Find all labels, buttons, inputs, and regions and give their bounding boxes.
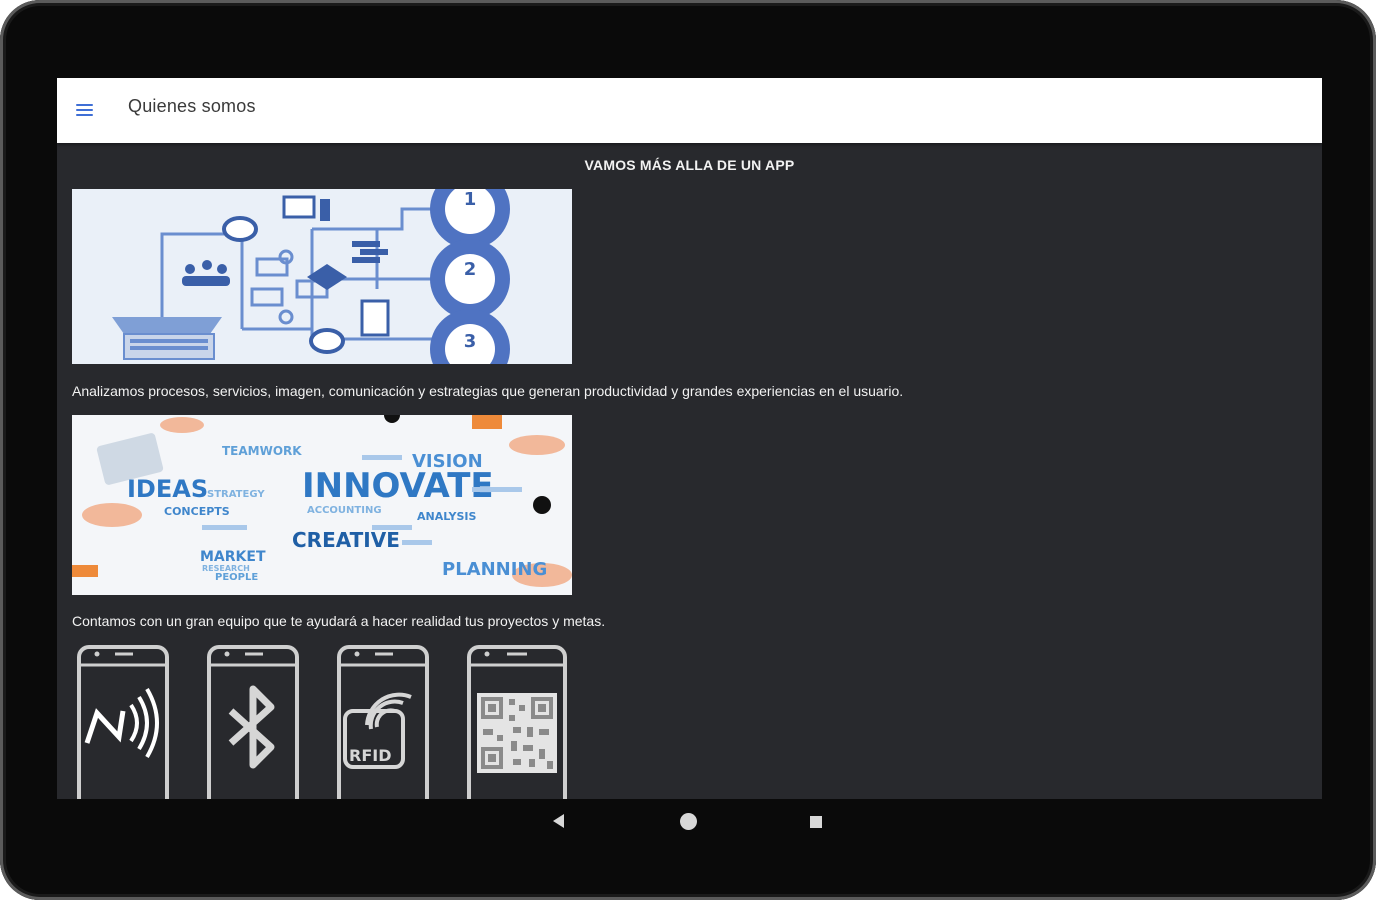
tablet-frame: Quienes somos VAMOS MÁS ALLA DE UN APP 1… (0, 0, 1376, 900)
nfc-icon (77, 645, 169, 799)
process-diagram-image: 1 2 3 (72, 189, 572, 364)
word-market: MARKET (200, 549, 266, 565)
home-icon[interactable] (680, 813, 697, 830)
svg-text:2: 2 (464, 259, 477, 280)
content-area[interactable]: VAMOS MÁS ALLA DE UN APP 1 2 3 Analizamo… (57, 143, 1322, 799)
word-planning: PLANNING (442, 559, 547, 580)
word-creative: CREATIVE (292, 528, 400, 552)
hamburger-menu-icon[interactable] (73, 96, 97, 124)
word-ideas: IDEAS (127, 475, 208, 503)
word-accounting: ACCOUNTING (307, 505, 382, 516)
headline: VAMOS MÁS ALLA DE UN APP (584, 157, 795, 173)
word-vision: VISION (412, 451, 483, 472)
word-research: RESEARCH (202, 564, 250, 573)
phone-rfid: RFID (337, 645, 429, 799)
word-analysis: ANALYSIS (417, 510, 477, 523)
word-innovate: INNOVATE (302, 466, 494, 506)
svg-text:1: 1 (464, 189, 477, 210)
app-screen: Quienes somos VAMOS MÁS ALLA DE UN APP 1… (57, 78, 1322, 799)
system-nav-bar (0, 799, 1376, 849)
phone-qr (467, 645, 567, 799)
qr-code-icon (467, 645, 567, 799)
paragraph-analysis: Analizamos procesos, servicios, imagen, … (72, 383, 904, 399)
phone-bluetooth (207, 645, 299, 799)
rfid-label: RFID (349, 746, 391, 765)
phone-nfc (77, 645, 169, 799)
page-title: Quienes somos (128, 96, 256, 116)
svg-text:3: 3 (464, 331, 477, 352)
back-icon[interactable] (553, 814, 564, 828)
innovation-word-cloud-image: INNOVATE IDEAS CREATIVE TEAMWORK VISION … (72, 415, 572, 595)
paragraph-team: Contamos con un gran equipo que te ayuda… (72, 613, 606, 629)
app-bar: Quienes somos (57, 78, 1322, 143)
tech-icons-row: RFID (72, 645, 592, 799)
word-concepts: CONCEPTS (164, 505, 230, 518)
word-teamwork: TEAMWORK (222, 444, 302, 458)
recents-icon[interactable] (810, 816, 822, 828)
word-strategy: STRATEGY (207, 489, 265, 500)
word-people: PEOPLE (215, 572, 258, 583)
bluetooth-icon (207, 645, 299, 799)
rfid-icon: RFID (337, 645, 429, 799)
